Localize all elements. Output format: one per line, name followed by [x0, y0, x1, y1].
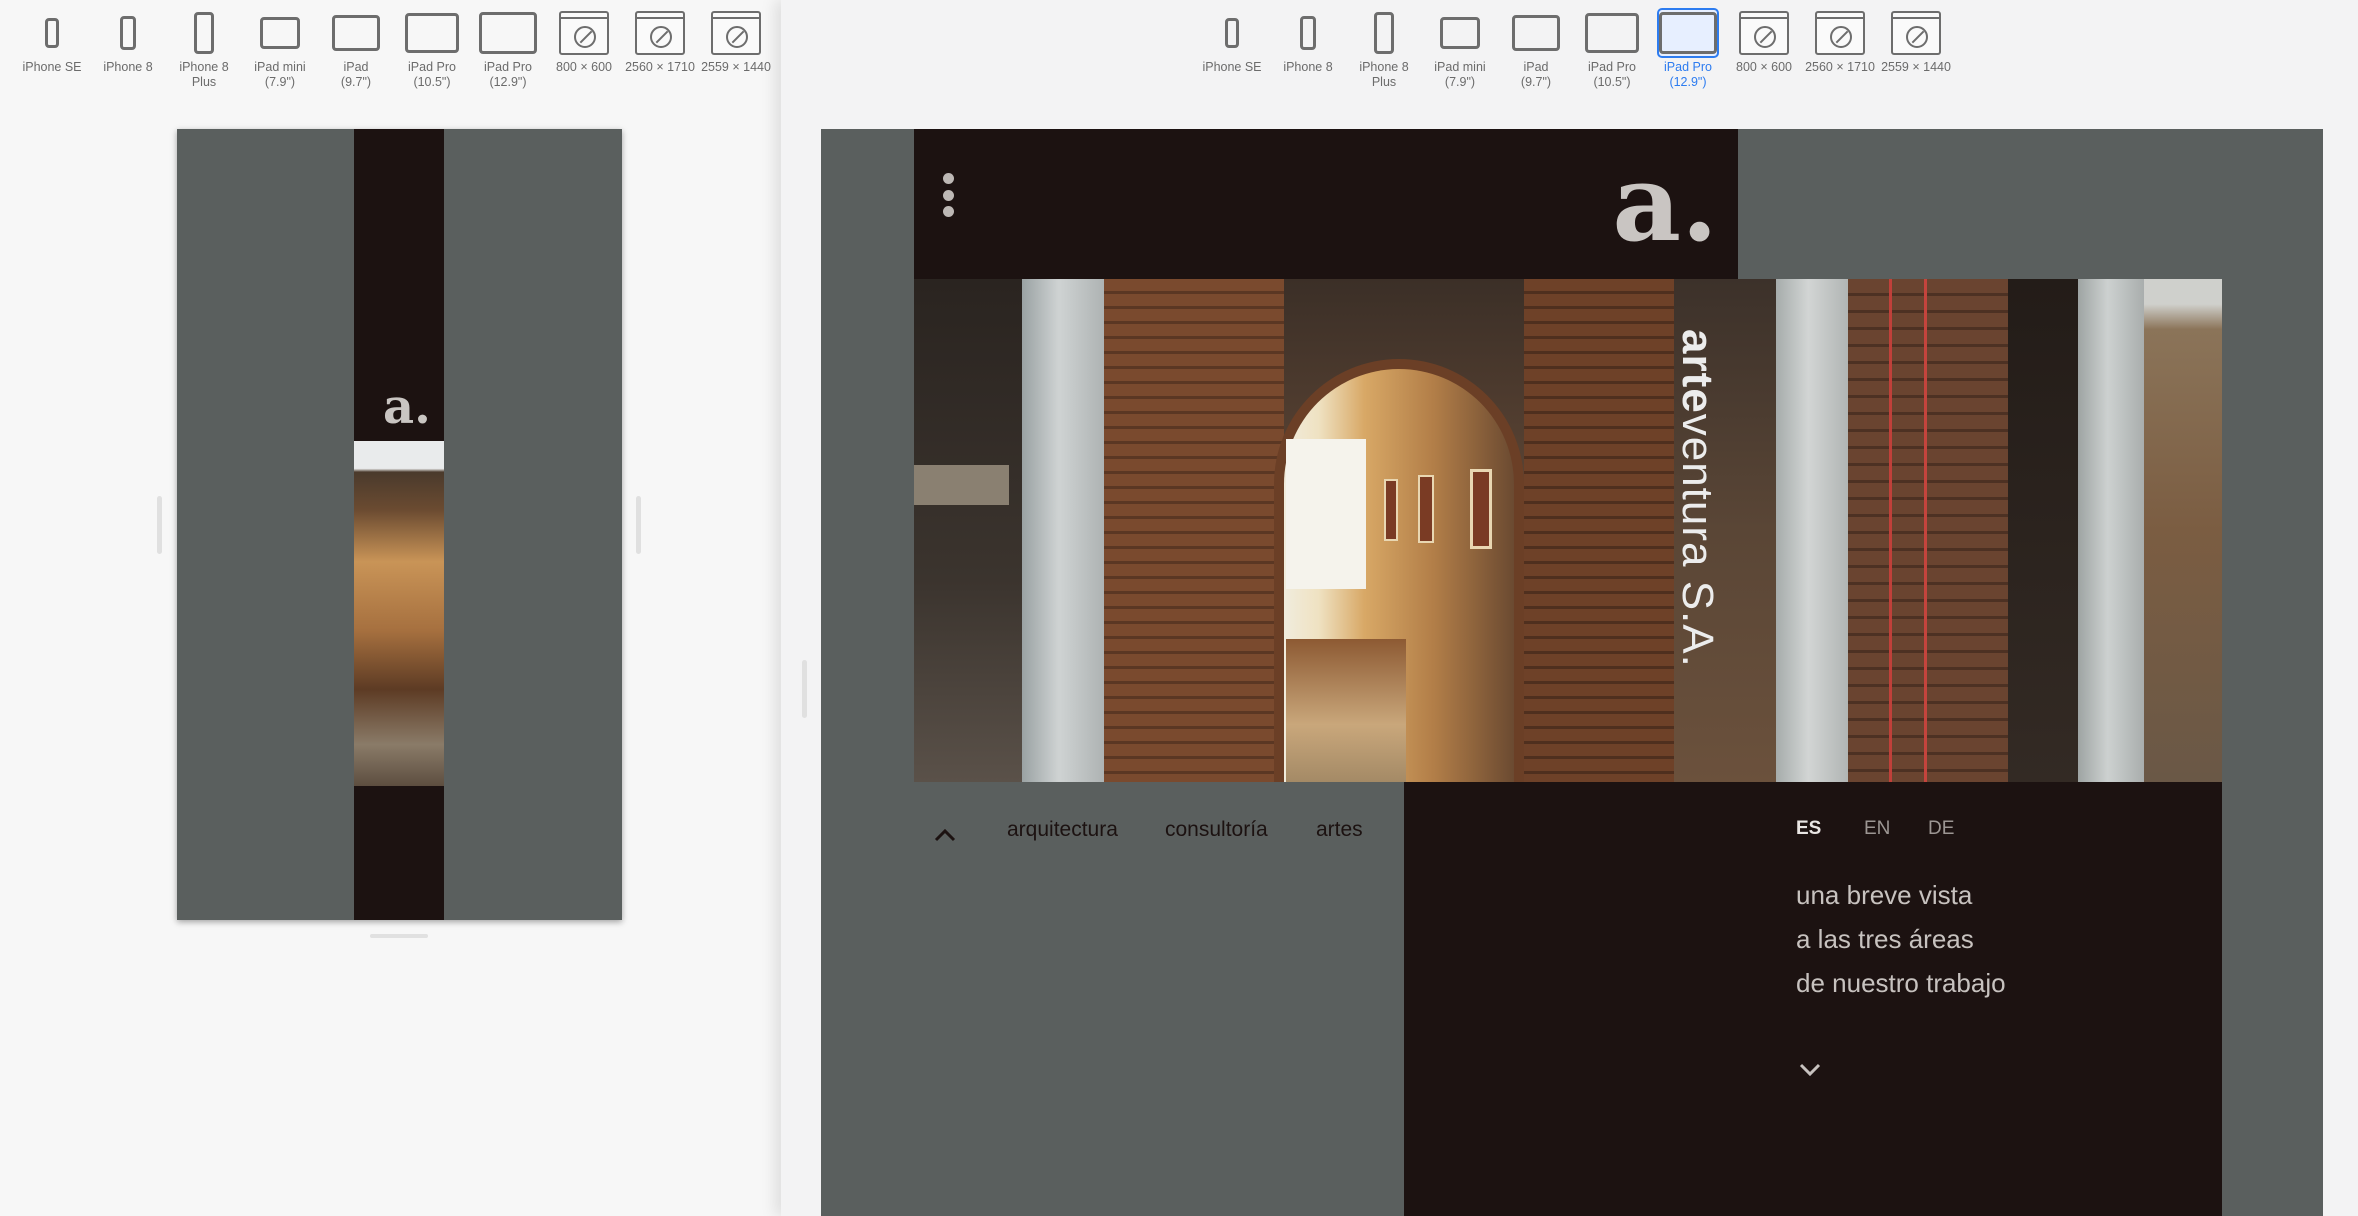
resize-handle-left-big[interactable]	[802, 660, 807, 718]
ipad-icon	[405, 8, 459, 58]
ipad-icon	[1585, 8, 1639, 58]
nav-link-artes[interactable]: artes	[1316, 818, 1363, 842]
vertical-site-title: arteventura S.A.	[1673, 329, 1734, 669]
language-en[interactable]: EN	[1864, 818, 1890, 840]
tagline-line-2: a las tres áreas	[1796, 924, 1974, 954]
device-option-label: iPhone 8	[103, 60, 153, 74]
device-option-label: iPad Pro (12.9")	[1664, 60, 1712, 89]
browser-window-icon	[559, 8, 609, 58]
resize-handle-left[interactable]	[157, 496, 162, 554]
browser-window-icon	[711, 8, 761, 58]
right-preview-pane: iPhone SE iPhone 8 iPhone 8 Plus iPad mi…	[781, 0, 2358, 1216]
site-logo[interactable]: a.	[1612, 150, 1718, 256]
ipad-icon	[479, 8, 537, 58]
device-option-6[interactable]: iPad Pro (12.9")	[470, 8, 546, 94]
device-option-label: 2560 × 1710	[625, 60, 695, 74]
device-option-label: iPhone SE	[1202, 60, 1262, 74]
navigation-panel: arquitectura consultoría artes	[914, 782, 1404, 1216]
chevron-down-icon[interactable]	[1799, 1062, 1823, 1086]
ipad-icon	[1440, 8, 1480, 58]
browser-window-icon	[1891, 8, 1941, 58]
tagline-line-1: una breve vista	[1796, 880, 1973, 910]
device-option-label: iPad mini (7.9")	[254, 60, 306, 89]
browser-window-icon	[1815, 8, 1865, 58]
device-option-7[interactable]: 800 × 600	[1726, 8, 1802, 94]
title-bold-part: arte	[1673, 329, 1722, 414]
title-rest-part: ventura S.A.	[1673, 413, 1722, 668]
left-preview-pane: iPhone SE iPhone 8 iPhone 8 Plus iPad mi…	[0, 0, 781, 1216]
device-option-label: 2560 × 1710	[1805, 60, 1875, 74]
ipad-icon	[1512, 8, 1560, 58]
device-size-bar-right: iPhone SE iPhone 8 iPhone 8 Plus iPad mi…	[1194, 8, 1954, 94]
device-option-6[interactable]: iPad Pro (12.9")	[1650, 8, 1726, 94]
device-option-label: iPad Pro (10.5")	[1588, 60, 1636, 89]
device-option-8[interactable]: 2560 × 1710	[622, 8, 698, 94]
iphone-icon	[1225, 8, 1239, 58]
device-option-label: iPad Pro (12.9")	[484, 60, 532, 89]
device-option-label: iPad mini (7.9")	[1434, 60, 1486, 89]
device-option-3[interactable]: iPad mini (7.9")	[242, 8, 318, 94]
resize-handle-right[interactable]	[636, 496, 641, 554]
device-option-2[interactable]: iPhone 8 Plus	[166, 8, 242, 94]
device-option-3[interactable]: iPad mini (7.9")	[1422, 8, 1498, 94]
site-header: a.	[914, 129, 1738, 279]
resize-handle-bottom[interactable]	[370, 934, 428, 938]
iphone-icon	[194, 8, 214, 58]
device-size-bar: iPhone SE iPhone 8 iPhone 8 Plus iPad mi…	[14, 8, 774, 94]
iphone-icon	[1300, 8, 1316, 58]
device-option-8[interactable]: 2560 × 1710	[1802, 8, 1878, 94]
nav-link-arquitectura[interactable]: arquitectura	[1007, 818, 1118, 842]
device-option-label: iPhone 8 Plus	[179, 60, 229, 89]
device-option-9[interactable]: 2559 × 1440	[698, 8, 774, 94]
device-option-label: 800 × 600	[1736, 60, 1792, 74]
language-es[interactable]: ES	[1796, 818, 1821, 840]
iphone-icon	[1374, 8, 1394, 58]
tagline-line-3: de nuestro trabajo	[1796, 968, 2006, 998]
small-logo: a.	[383, 379, 431, 435]
device-option-7[interactable]: 800 × 600	[546, 8, 622, 94]
browser-window-icon	[635, 8, 685, 58]
device-option-label: 800 × 600	[556, 60, 612, 74]
device-option-label: 2559 × 1440	[701, 60, 771, 74]
chevron-up-icon[interactable]	[934, 818, 956, 849]
device-option-label: iPad (9.7")	[1520, 60, 1552, 89]
device-option-label: iPhone SE	[22, 60, 82, 74]
menu-dots-icon[interactable]	[941, 173, 955, 217]
ipad-icon	[332, 8, 380, 58]
language-de[interactable]: DE	[1928, 818, 1954, 840]
device-option-label: iPhone 8	[1283, 60, 1333, 74]
ipad-icon	[260, 8, 300, 58]
iphone-icon	[45, 8, 59, 58]
device-option-5[interactable]: iPad Pro (10.5")	[1574, 8, 1650, 94]
device-option-9[interactable]: 2559 × 1440	[1878, 8, 1954, 94]
device-option-2[interactable]: iPhone 8 Plus	[1346, 8, 1422, 94]
device-option-0[interactable]: iPhone SE	[1194, 8, 1270, 94]
device-option-label: 2559 × 1440	[1881, 60, 1951, 74]
browser-window-icon	[1739, 8, 1789, 58]
small-device-preview: a.	[177, 129, 622, 920]
device-option-label: iPad Pro (10.5")	[408, 60, 456, 89]
ipad-icon	[1657, 8, 1719, 58]
hero-image: arteventura S.A.	[914, 279, 2222, 782]
intro-panel: ES EN DE una breve vista a las tres área…	[1404, 782, 2222, 1216]
device-option-label: iPad (9.7")	[340, 60, 372, 89]
device-option-1[interactable]: iPhone 8	[1270, 8, 1346, 94]
iphone-icon	[120, 8, 136, 58]
nav-link-consultoria[interactable]: consultoría	[1165, 818, 1268, 842]
small-hero-image	[354, 441, 444, 786]
device-option-5[interactable]: iPad Pro (10.5")	[394, 8, 470, 94]
device-option-1[interactable]: iPhone 8	[90, 8, 166, 94]
device-option-label: iPhone 8 Plus	[1359, 60, 1409, 89]
device-option-0[interactable]: iPhone SE	[14, 8, 90, 94]
large-device-preview: a. arteventura S.A. arquitectura consult…	[821, 129, 2323, 1216]
device-option-4[interactable]: iPad (9.7")	[1498, 8, 1574, 94]
device-option-4[interactable]: iPad (9.7")	[318, 8, 394, 94]
